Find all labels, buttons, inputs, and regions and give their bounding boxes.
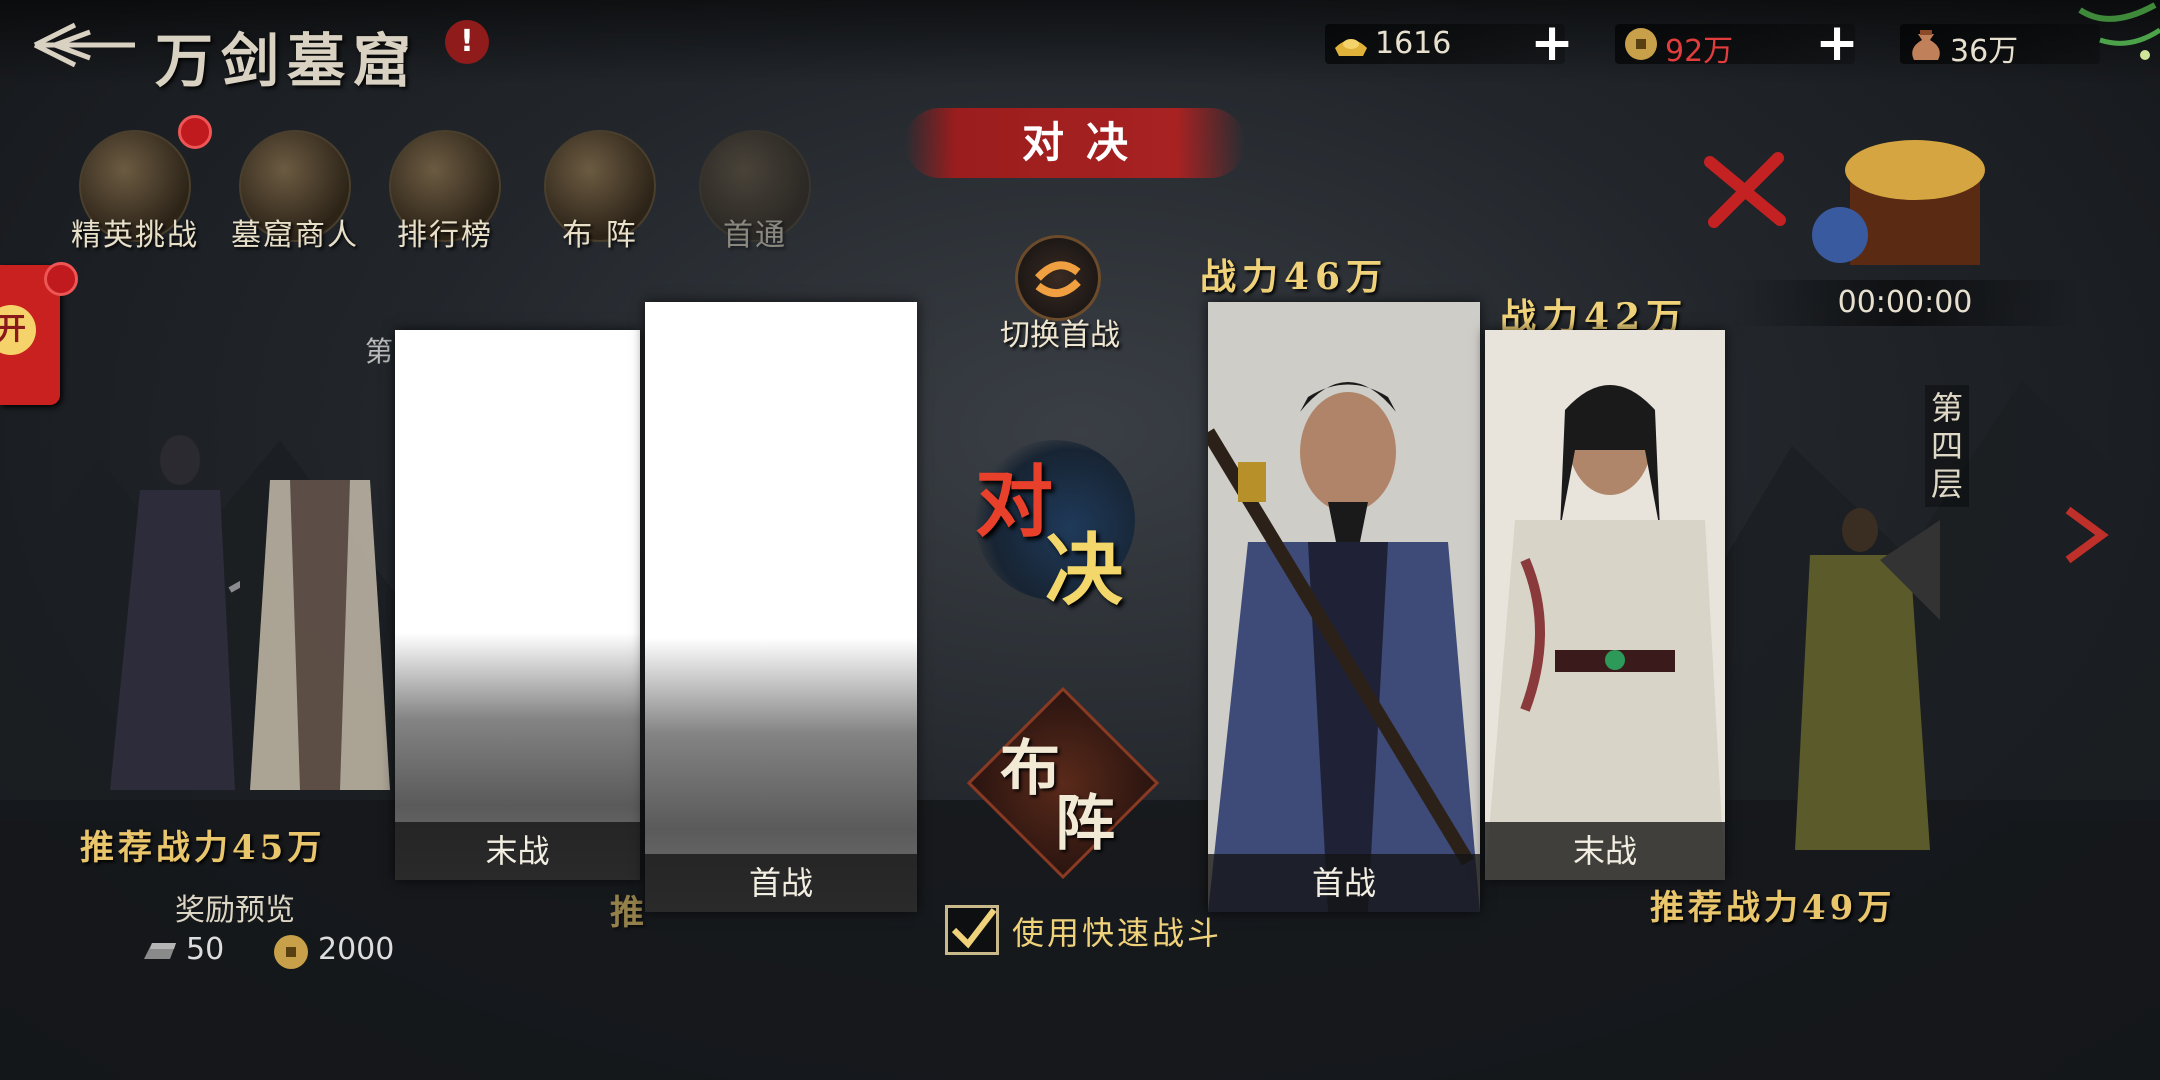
reward-preview-title: 奖励预览: [175, 893, 295, 928]
copper-coin-icon: [272, 933, 310, 971]
menu-label: 墓窟商人: [231, 218, 359, 253]
slot-caption: 末战: [1485, 822, 1725, 880]
add-gold-button[interactable]: +: [1525, 17, 1579, 72]
notification-dot: [44, 262, 78, 296]
formation-glyph-2: 阵: [1055, 789, 1115, 859]
menu-label: 首通: [723, 218, 787, 253]
notification-dot: [178, 115, 212, 149]
slot-caption: 末战: [395, 822, 640, 880]
swap-arrows-icon: [1035, 261, 1081, 297]
my-first-battle-slot[interactable]: 首战: [645, 302, 917, 912]
enemy-first-power: 战力46万: [1200, 248, 1388, 300]
power-label: 战力46万: [1200, 256, 1389, 298]
next-floor-arrow[interactable]: [2060, 505, 2110, 565]
enemy-last-battle-card[interactable]: 末战: [1485, 330, 1725, 880]
formation-glyph-1: 布: [1000, 734, 1060, 804]
reward-coin-value: 2000: [318, 932, 395, 967]
quick-battle-label: 使用快速战斗: [1012, 914, 1223, 952]
menu-formation[interactable]: 布 阵: [535, 130, 665, 260]
copper-coin-icon: [1621, 26, 1661, 62]
recommended-power-left: 推荐战力45万: [80, 828, 326, 868]
swordsman-portrait: [1208, 302, 1480, 912]
side-event-label: 开: [0, 305, 36, 355]
money-bag-icon: [1906, 26, 1946, 62]
add-coin-button[interactable]: +: [1810, 17, 1864, 72]
duel-banner-label: 对决: [1021, 118, 1150, 167]
duel-banner: 对决: [905, 108, 1245, 178]
bamboo-leaves-icon: [2060, 0, 2160, 80]
slot-caption: 首战: [1208, 854, 1480, 912]
recommended-power-right: 推荐战力49万: [1650, 888, 1896, 928]
menu-tomb-merchant[interactable]: 墓窟商人: [230, 130, 360, 260]
quick-battle-checkbox[interactable]: [945, 905, 999, 955]
chevron-right-icon: [2065, 506, 2109, 564]
duel-start-button[interactable]: 对 决: [975, 440, 1135, 616]
copper-coin-value: 92万: [1665, 34, 1734, 69]
back-button[interactable]: 万剑墓窟: [20, 10, 470, 95]
duel-glyph-1: 对: [975, 457, 1054, 548]
chest-timer: 00:00:00: [1837, 285, 1973, 320]
left-floor-label: 第: [365, 335, 394, 368]
iron-ingot-icon: [140, 935, 180, 969]
white-robed-master-portrait: [1485, 330, 1725, 880]
menu-elite-challenge[interactable]: 精英挑战: [70, 130, 200, 260]
menu-label: 排行榜: [397, 218, 493, 253]
page-title: 万剑墓窟: [155, 27, 420, 95]
menu-label: 精英挑战: [71, 218, 199, 253]
enemy-first-battle-card[interactable]: 首战: [1208, 302, 1480, 912]
menu-label: 布 阵: [562, 218, 638, 253]
duel-glyph-2: 决: [1045, 525, 1124, 616]
gold-ingot-value: 1616: [1375, 26, 1452, 61]
chest-timer-bar: 00:00:00: [1730, 280, 2080, 326]
back-arrow-icon: [30, 20, 140, 70]
my-last-battle-slot[interactable]: 末战: [395, 330, 640, 880]
reward-iron-value: 50: [186, 932, 225, 967]
fan-warrior-figure-right: [1780, 500, 1940, 860]
close-icon[interactable]: [1700, 150, 1790, 230]
menu-leaderboard[interactable]: 排行榜: [380, 130, 510, 260]
menu-first-clear[interactable]: 首通: [690, 130, 820, 260]
swordsman-figure-left: [70, 420, 372, 800]
info-alert-icon[interactable]: !: [445, 20, 489, 64]
wanderer-figure-left: [230, 440, 400, 800]
gold-ingot-icon: [1331, 26, 1371, 62]
hidden-recommended-label: 推: [610, 893, 648, 933]
switch-first-battle-button[interactable]: [1015, 235, 1101, 321]
checkmark-icon: [951, 908, 997, 949]
slot-caption: 首战: [645, 854, 917, 912]
right-floor-label: 第四层: [1925, 385, 1969, 507]
treasure-chest-icon[interactable]: [1800, 125, 2000, 275]
switch-first-battle-label: 切换首战: [1000, 318, 1120, 353]
money-bag-value: 36万: [1950, 34, 2019, 69]
